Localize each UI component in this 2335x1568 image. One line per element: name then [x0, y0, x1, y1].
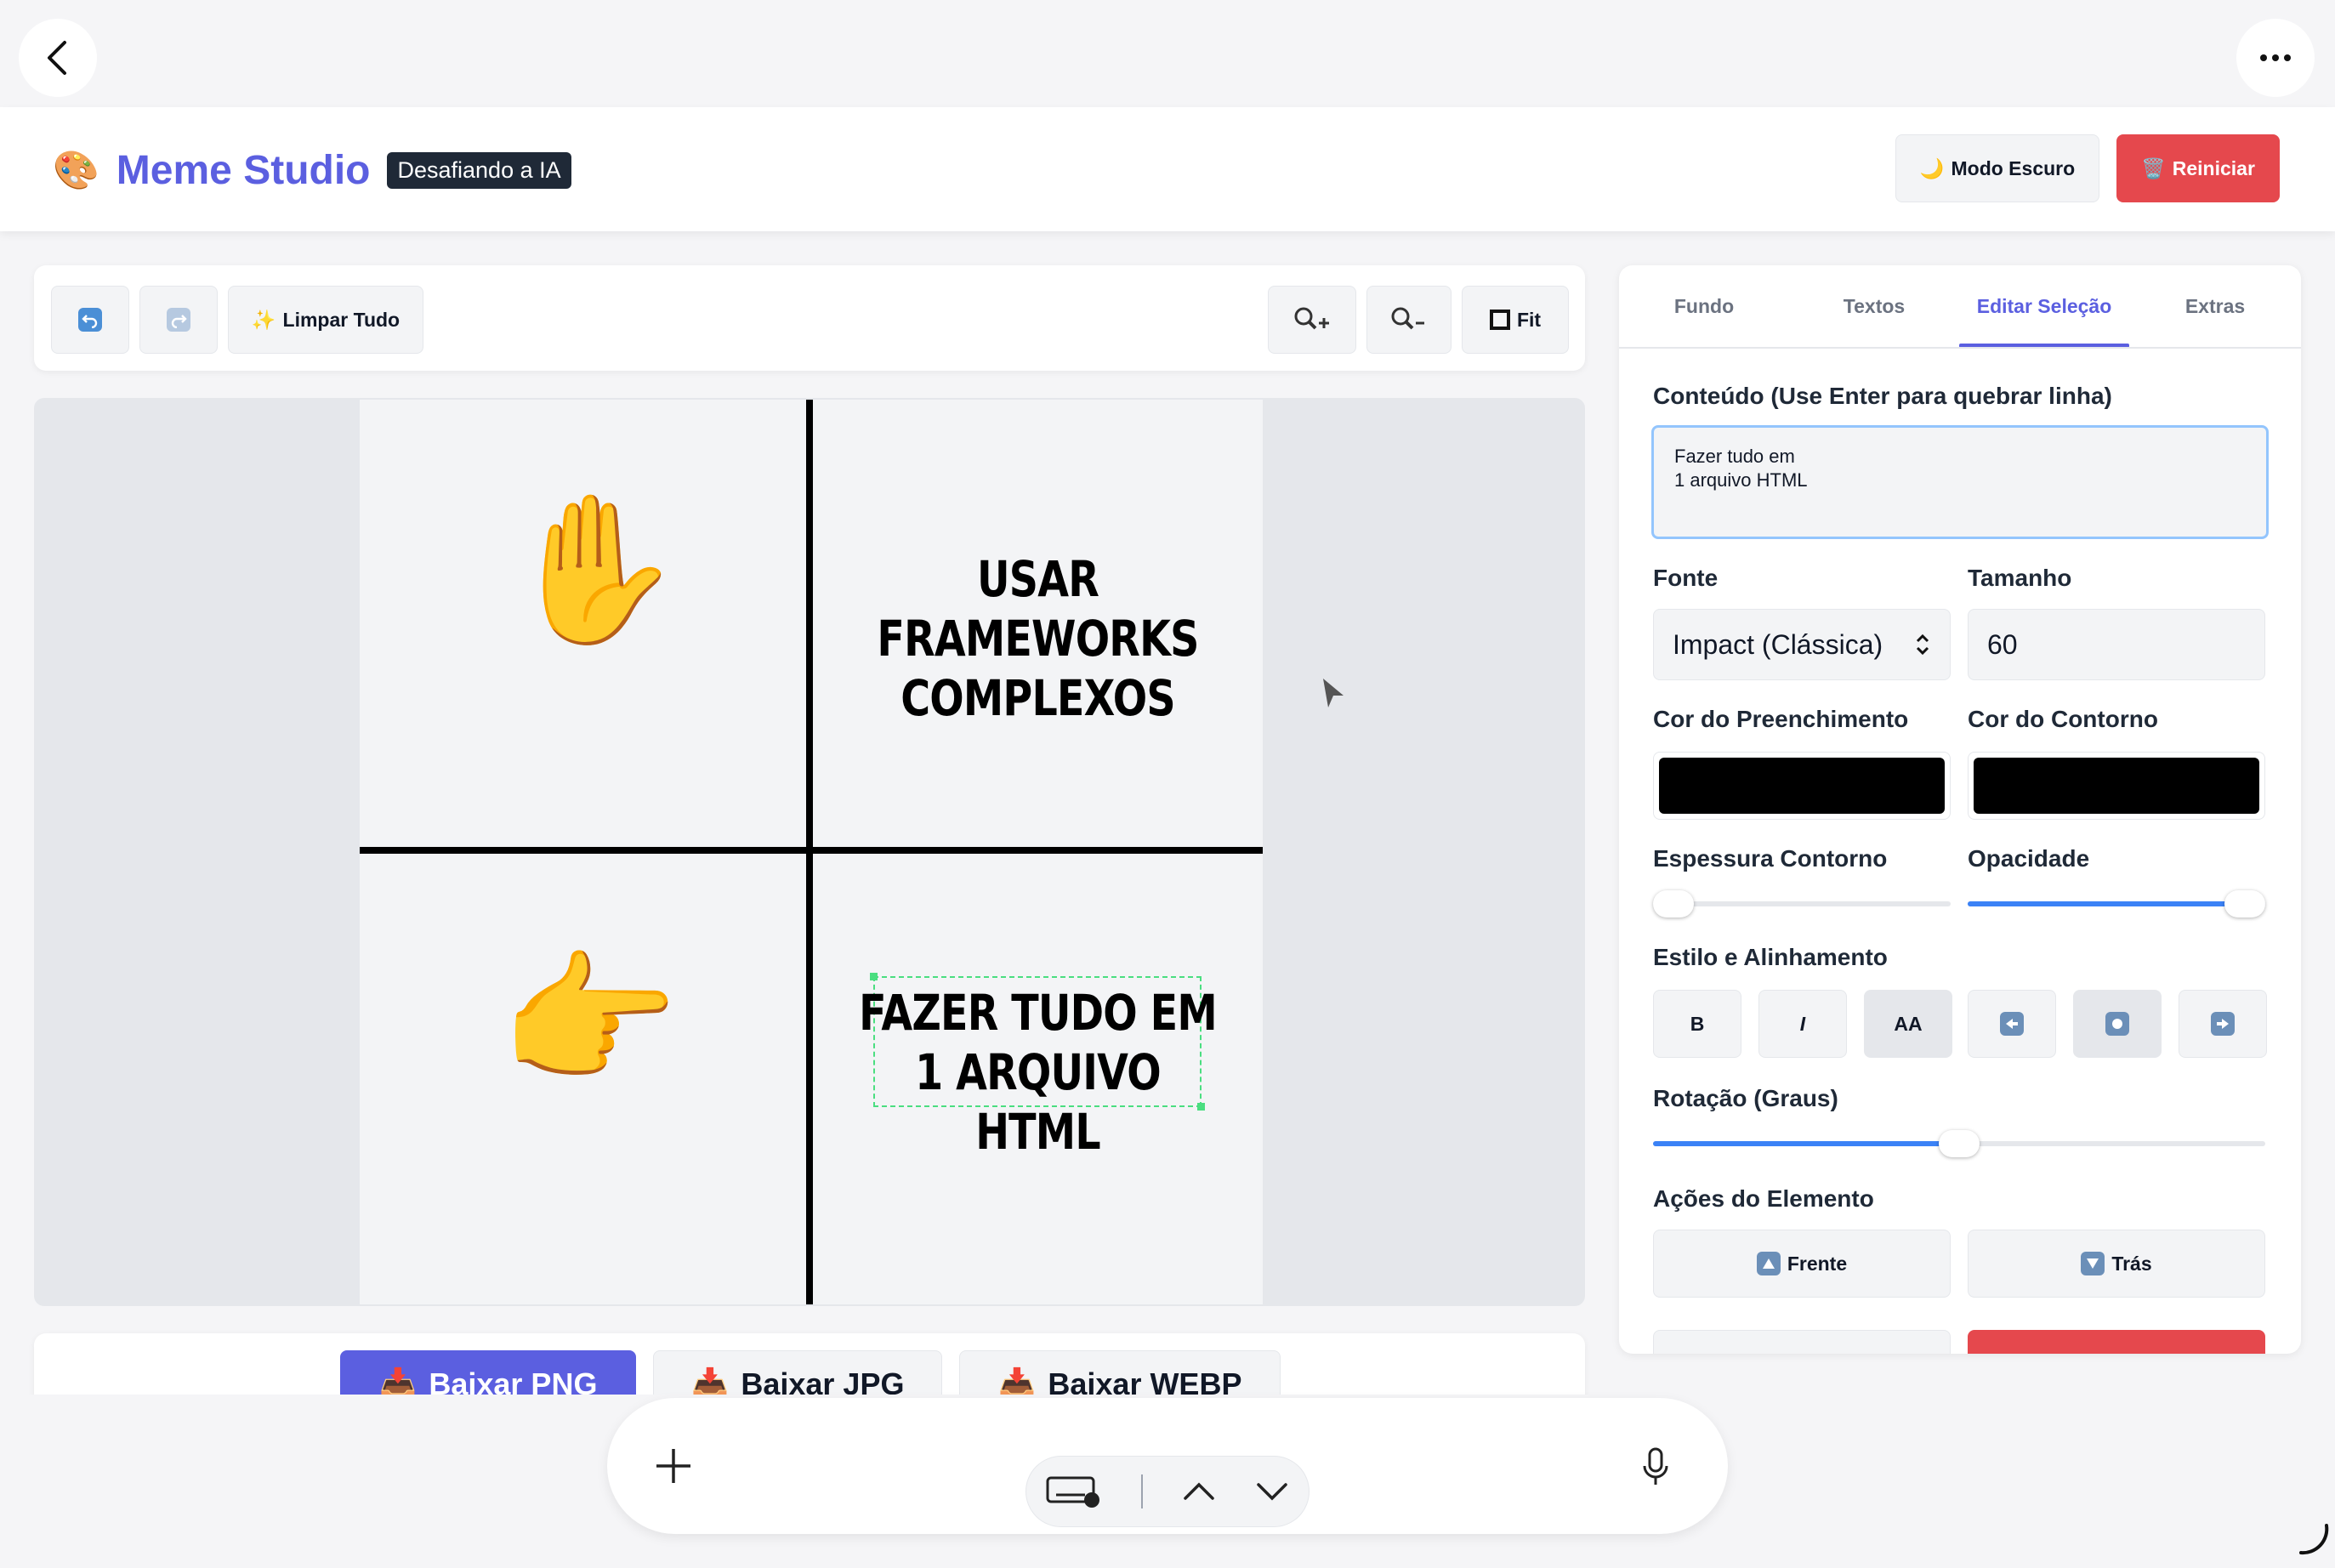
- stroke-width-thumb[interactable]: [1653, 890, 1694, 918]
- stroke-color-picker[interactable]: [1968, 752, 2265, 820]
- font-label: Fonte: [1653, 565, 1719, 591]
- stroke-width-slider[interactable]: [1653, 890, 1951, 918]
- zoom-out-icon: [1391, 307, 1424, 330]
- undo-button[interactable]: [51, 286, 129, 354]
- arrow-right-icon: [2211, 1012, 2235, 1036]
- pointing-hand-emoji[interactable]: 👉: [496, 927, 683, 1114]
- element-actions-label: Ações do Elemento: [1653, 1185, 1874, 1212]
- fit-square-icon: [1489, 310, 1510, 330]
- fill-color-swatch: [1659, 758, 1945, 814]
- size-input[interactable]: 60: [1968, 609, 2265, 680]
- meme-text-bottom[interactable]: FAZER TUDO EM 1 ARQUIVO HTML: [854, 983, 1223, 1162]
- meme-canvas[interactable]: ✋ USAR FRAMEWORKS COMPLEXOS 👉 FAZER TUDO…: [360, 400, 1263, 1304]
- fit-label: Fit: [1516, 308, 1542, 331]
- zoom-in-icon: [1294, 307, 1329, 330]
- fill-color-label: Cor do Preenchimento: [1653, 706, 1909, 732]
- trash-icon: 🗑️: [2141, 156, 2166, 179]
- palette-icon: 🎨: [53, 150, 99, 191]
- keyboard-nav-pill: [1025, 1456, 1310, 1527]
- properties-panel: Fundo Textos Editar Seleção Extras Conte…: [1619, 265, 2301, 1354]
- chevron-left-icon: [48, 41, 66, 75]
- tab-textos[interactable]: Textos: [1789, 265, 1959, 347]
- app-title: Meme Studio: [116, 147, 371, 193]
- font-select[interactable]: Impact (Clássica): [1653, 609, 1951, 680]
- arrow-left-icon: [2000, 1012, 2024, 1036]
- record-button-icon: [2105, 1012, 2129, 1036]
- uppercase-button[interactable]: AA: [1864, 990, 1952, 1058]
- cursor-icon: [1323, 679, 1344, 707]
- selection-handle-top-left[interactable]: [870, 973, 878, 980]
- opacity-slider[interactable]: [1968, 890, 2265, 918]
- font-select-value: Impact (Clássica): [1673, 628, 1883, 660]
- rotation-slider[interactable]: [1653, 1130, 2265, 1157]
- opacity-label: Opacidade: [1968, 845, 2090, 872]
- rotation-fill: [1653, 1141, 1959, 1146]
- tab-editar-selecao[interactable]: Editar Seleção: [1959, 265, 2129, 347]
- send-back-label: Trás: [2111, 1252, 2152, 1275]
- down-button-icon: [2081, 1252, 2105, 1275]
- rotation-thumb[interactable]: [1939, 1130, 1980, 1157]
- content-textarea[interactable]: Fazer tudo em 1 arquivo HTML: [1651, 425, 2269, 539]
- delete-button[interactable]: [1968, 1330, 2265, 1354]
- undo-icon: [78, 308, 102, 332]
- divider: [1141, 1474, 1143, 1508]
- more-horizontal-icon: [2260, 54, 2291, 61]
- tabs-divider: [1619, 347, 2301, 349]
- align-center-button[interactable]: [2073, 990, 2162, 1058]
- style-alignment-label: Estilo e Alinhamento: [1653, 944, 1888, 970]
- app-badge: Desafiando a IA: [387, 151, 571, 189]
- browser-more-button[interactable]: [2236, 19, 2315, 97]
- tab-extras[interactable]: Extras: [2129, 265, 2301, 347]
- opacity-fill: [1968, 901, 2265, 906]
- zoom-in-button[interactable]: [1268, 286, 1356, 354]
- grid-divider-horizontal: [360, 847, 1263, 854]
- canvas-area[interactable]: ✋ USAR FRAMEWORKS COMPLEXOS 👉 FAZER TUDO…: [34, 398, 1585, 1306]
- stroke-color-label: Cor do Contorno: [1968, 706, 2158, 732]
- rotation-label: Rotação (Graus): [1653, 1085, 1838, 1111]
- chevron-down-icon[interactable]: [1255, 1481, 1289, 1502]
- dark-mode-button[interactable]: 🌙 Modo Escuro: [1895, 134, 2099, 202]
- bring-front-button[interactable]: Frente: [1653, 1230, 1951, 1298]
- stroke-width-label: Espessura Contorno: [1653, 845, 1888, 872]
- redo-button[interactable]: [139, 286, 218, 354]
- dark-mode-label: Modo Escuro: [1951, 156, 2076, 179]
- sparkles-icon: ✨: [251, 308, 276, 331]
- send-back-button[interactable]: Trás: [1968, 1230, 2265, 1298]
- bring-front-label: Frente: [1787, 1252, 1848, 1275]
- moon-icon: 🌙: [1919, 156, 1945, 179]
- zoom-out-button[interactable]: [1366, 286, 1452, 354]
- clear-all-button[interactable]: ✨ Limpar Tudo: [228, 286, 423, 354]
- fill-color-picker[interactable]: [1653, 752, 1951, 820]
- raised-hand-emoji[interactable]: ✋: [504, 476, 685, 663]
- brand: 🎨 Meme Studio Desafiando a IA: [53, 145, 571, 196]
- microphone-icon[interactable]: [1641, 1447, 1670, 1488]
- size-label: Tamanho: [1968, 565, 2072, 591]
- stroke-color-swatch: [1974, 758, 2259, 814]
- reset-button[interactable]: 🗑️ Reiniciar: [2116, 134, 2280, 202]
- browser-back-button[interactable]: [19, 19, 97, 97]
- content-label: Conteúdo (Use Enter para quebrar linha): [1653, 383, 2112, 409]
- fit-button[interactable]: Fit: [1462, 286, 1569, 354]
- clear-all-label: Limpar Tudo: [282, 308, 401, 331]
- tab-fundo[interactable]: Fundo: [1619, 265, 1789, 347]
- stroke-width-track: [1653, 901, 1951, 906]
- reset-label: Reiniciar: [2172, 156, 2255, 179]
- keyboard-icon[interactable]: [1046, 1474, 1102, 1508]
- select-arrows-icon: [1916, 633, 1929, 656]
- redo-icon: [167, 308, 190, 332]
- plus-icon[interactable]: [655, 1447, 692, 1485]
- bold-button[interactable]: B: [1653, 990, 1741, 1058]
- align-left-button[interactable]: [1968, 990, 2056, 1058]
- italic-button[interactable]: I: [1758, 990, 1847, 1058]
- up-button-icon: [1756, 1252, 1781, 1275]
- chevron-up-icon[interactable]: [1182, 1481, 1216, 1502]
- meme-text-top[interactable]: USAR FRAMEWORKS COMPLEXOS: [854, 549, 1223, 728]
- align-right-button[interactable]: [2179, 990, 2267, 1058]
- duplicate-button[interactable]: [1653, 1330, 1951, 1354]
- loading-spinner-icon: [2299, 1524, 2329, 1555]
- opacity-thumb[interactable]: [2224, 890, 2265, 918]
